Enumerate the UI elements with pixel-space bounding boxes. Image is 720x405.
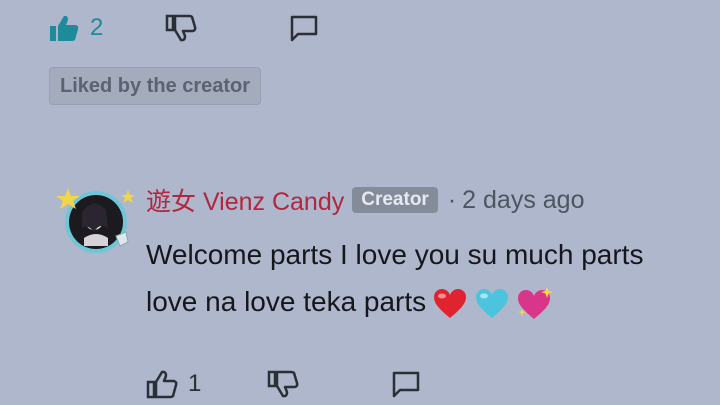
author-name[interactable]: 遊女 Vienz Candy — [146, 182, 344, 218]
creator-badge: Creator — [352, 187, 438, 213]
red-heart-icon — [432, 288, 468, 320]
thumbs-down-icon — [165, 13, 197, 43]
like-count: 1 — [188, 370, 202, 397]
comment-bubble-icon — [289, 14, 319, 42]
comment-text: Welcome parts I love you su much parts l… — [146, 231, 706, 325]
dislike-button[interactable] — [267, 369, 299, 399]
comment-line-1: Welcome parts I love you su much parts — [146, 239, 644, 270]
avatar[interactable] — [54, 182, 138, 260]
thumbs-up-icon — [146, 369, 178, 399]
sparkling-heart-icon — [516, 286, 554, 321]
like-count: 2 — [90, 14, 104, 41]
like-button[interactable]: 1 — [146, 369, 201, 399]
comment-bubble-icon — [391, 370, 421, 398]
comment-actions: 1 — [146, 366, 421, 402]
like-button[interactable]: 2 — [48, 13, 103, 43]
thumbs-down-icon — [267, 369, 299, 399]
comment-header: 遊女 Vienz Candy Creator · 2 days ago — [146, 182, 584, 218]
comment-line-2-wrap: love na love teka parts — [146, 278, 706, 325]
dislike-button[interactable] — [165, 13, 197, 43]
avatar-image — [56, 188, 135, 253]
liked-by-creator-badge: Liked by the creator — [49, 67, 262, 105]
timestamp: 2 days ago — [462, 185, 585, 214]
liked-by-creator-label: Liked by the creator — [60, 74, 251, 97]
separator-dot: · — [447, 185, 457, 214]
light-blue-heart-icon — [474, 288, 510, 320]
reply-button[interactable] — [289, 14, 319, 42]
reply-button[interactable] — [391, 370, 421, 398]
emoji-group — [432, 286, 554, 321]
comment-line-2: love na love teka parts — [146, 286, 427, 317]
thumbs-up-filled-icon — [48, 13, 80, 43]
previous-comment-actions: 2 — [48, 10, 319, 46]
